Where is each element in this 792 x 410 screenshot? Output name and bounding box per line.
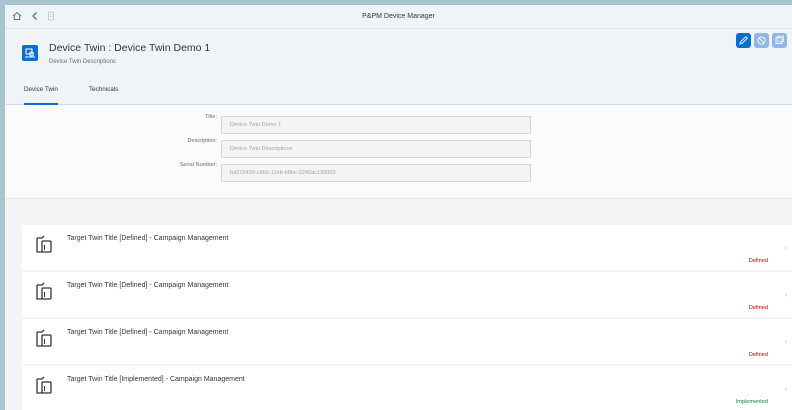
- chevron-right-icon: ›: [784, 337, 787, 346]
- title-field[interactable]: [221, 116, 531, 134]
- shell-bar: P&PM Device Manager: [5, 5, 792, 29]
- app-window: P&PM Device Manager Device Twin : Device…: [5, 5, 792, 410]
- status-badge: Defined: [748, 305, 768, 311]
- chevron-right-icon: ›: [784, 384, 787, 393]
- tab-device-twin[interactable]: Device Twin: [24, 77, 58, 105]
- document-icon: [35, 328, 53, 348]
- serial-number-field[interactable]: [221, 164, 531, 182]
- list-item[interactable]: Target Twin Title [Defined] - Campaign M…: [22, 225, 792, 270]
- description-label: Description:: [187, 138, 217, 144]
- document-icon: [35, 234, 53, 254]
- status-badge: Defined: [748, 258, 768, 264]
- page-subtitle: Device Twin Descriptions: [49, 59, 116, 65]
- device-twin-form: Title: Description: Serial Number:: [5, 105, 792, 199]
- copy-button[interactable]: [772, 33, 787, 48]
- list-item[interactable]: Target Twin Title [Implemented] - Campai…: [22, 366, 792, 410]
- app-title: P&PM Device Manager: [362, 13, 435, 20]
- tab-technicals[interactable]: Technicals: [89, 77, 118, 105]
- list-item-title: Target Twin Title [Defined] - Campaign M…: [67, 329, 229, 336]
- device-icon: [22, 45, 38, 61]
- tab-bar: Device Twin Technicals: [5, 77, 792, 105]
- edit-icon: [739, 36, 748, 45]
- edit-button[interactable]: [736, 33, 751, 48]
- cancel-button[interactable]: [754, 33, 769, 48]
- chevron-right-icon: ›: [784, 290, 787, 299]
- list-item[interactable]: Target Twin Title [Defined] - Campaign M…: [22, 272, 792, 317]
- list-item-title: Target Twin Title [Defined] - Campaign M…: [67, 235, 229, 242]
- serial-number-label: Serial Number:: [179, 162, 217, 168]
- list-item-title: Target Twin Title [Defined] - Campaign M…: [67, 282, 229, 289]
- document-icon: [35, 281, 53, 301]
- document-icon: [35, 375, 53, 395]
- list-item[interactable]: Target Twin Title [Defined] - Campaign M…: [22, 319, 792, 364]
- cancel-icon: [757, 36, 766, 45]
- title-label: Title:: [205, 114, 217, 120]
- description-field[interactable]: [221, 140, 531, 158]
- object-header: Device Twin : Device Twin Demo 1 Device …: [5, 29, 792, 77]
- list-item-title: Target Twin Title [Implemented] - Campai…: [67, 376, 245, 383]
- page-title: Device Twin : Device Twin Demo 1: [49, 42, 211, 54]
- copy-icon: [775, 35, 784, 44]
- status-badge: Implemented: [735, 399, 768, 405]
- status-badge: Defined: [748, 352, 768, 358]
- chevron-right-icon: ›: [784, 243, 787, 252]
